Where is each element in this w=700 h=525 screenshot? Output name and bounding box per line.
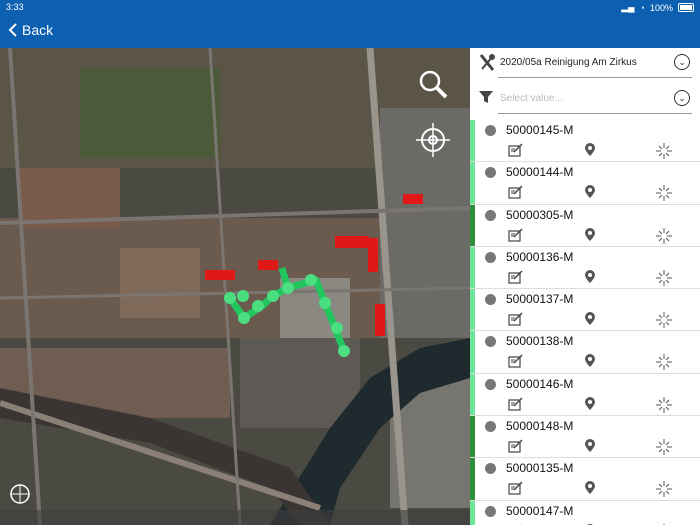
- list-item[interactable]: 50000137-M: [470, 289, 700, 332]
- status-bar-indicator: [470, 458, 475, 500]
- status-bar-indicator: [470, 246, 475, 289]
- map-pin-icon[interactable]: [584, 143, 596, 157]
- list-item[interactable]: 50000148-M: [470, 416, 700, 459]
- focus-icon[interactable]: [656, 312, 672, 329]
- status-bar-indicator: [470, 162, 475, 204]
- project-select-value: 2020/05a Reinigung Am Zirkus: [500, 57, 637, 68]
- status-dot: [485, 336, 496, 348]
- status-dot: [485, 505, 496, 517]
- list-item[interactable]: 50000305-M: [470, 204, 700, 247]
- status-dot: [485, 378, 496, 390]
- tools-icon: [479, 54, 495, 71]
- status-dot: [485, 125, 496, 136]
- navigation-bar: Back: [0, 14, 700, 48]
- item-code: 50000137-M: [506, 292, 574, 307]
- status-dot: [485, 463, 496, 475]
- item-code: 50000305-M: [506, 207, 574, 222]
- divider: [498, 113, 692, 114]
- status-bar-indicator: [470, 373, 475, 416]
- map-pin-icon[interactable]: [584, 354, 596, 368]
- status-bar-indicator: [470, 331, 475, 373]
- map-pin-icon[interactable]: [584, 185, 596, 199]
- list-item[interactable]: 50000147-M: [470, 500, 700, 525]
- item-code: 50000147-M: [506, 503, 574, 518]
- sidebar-panel: 2020/05a Reinigung Am Zirkus ⌄ Select va…: [470, 48, 700, 525]
- edit-icon[interactable]: [508, 397, 524, 411]
- status-bar-indicator: [470, 416, 475, 458]
- status-dot: [485, 251, 496, 263]
- back-button[interactable]: Back: [8, 22, 53, 38]
- item-list: 50000145-M 50000144-M 50000305-M 5000013…: [470, 120, 700, 525]
- secondary-filter[interactable]: Select value... ⌄: [470, 84, 700, 120]
- project-filter[interactable]: 2020/05a Reinigung Am Zirkus ⌄: [470, 48, 700, 84]
- status-dot: [485, 294, 496, 306]
- status-dot: [485, 421, 496, 433]
- focus-icon[interactable]: [656, 269, 672, 286]
- edit-icon[interactable]: [508, 185, 524, 199]
- status-bar-indicator: [470, 120, 475, 162]
- edit-icon[interactable]: [508, 439, 524, 453]
- focus-icon[interactable]: [656, 185, 672, 202]
- focus-icon[interactable]: [656, 143, 672, 159]
- item-code: 50000145-M: [506, 123, 574, 137]
- edit-icon[interactable]: [508, 143, 524, 157]
- map-pin-icon[interactable]: [584, 439, 596, 453]
- item-code: 50000146-M: [506, 376, 574, 391]
- edit-icon[interactable]: [508, 312, 524, 326]
- focus-icon[interactable]: [656, 396, 672, 413]
- back-label: Back: [22, 22, 54, 38]
- edit-icon[interactable]: [508, 354, 524, 369]
- chevron-down-icon[interactable]: ⌄: [674, 54, 690, 70]
- battery-percent: 100%: [649, 2, 673, 13]
- list-item[interactable]: 50000146-M: [470, 373, 700, 417]
- compass-icon[interactable]: [10, 484, 30, 504]
- list-item[interactable]: 50000145-M: [470, 120, 700, 163]
- list-item[interactable]: 50000135-M: [470, 458, 700, 501]
- signal-icon: ▂▄: [621, 2, 635, 12]
- battery-icon: [678, 3, 694, 12]
- list-item[interactable]: 50000136-M: [470, 246, 700, 290]
- status-bar-indicator: [470, 289, 475, 331]
- chevron-left-icon: [8, 23, 17, 37]
- map-pin-icon[interactable]: [584, 312, 596, 326]
- wifi-icon: ◔: [639, 2, 645, 13]
- focus-icon[interactable]: [656, 439, 672, 456]
- edit-icon[interactable]: [508, 270, 524, 284]
- map-pin-icon[interactable]: [584, 227, 596, 242]
- status-dot: [485, 209, 496, 221]
- chevron-down-icon[interactable]: ⌄: [674, 90, 690, 106]
- item-code: 50000144-M: [506, 165, 574, 180]
- filter-icon: [479, 91, 493, 103]
- status-dot: [485, 167, 496, 179]
- list-item[interactable]: 50000138-M: [470, 331, 700, 374]
- clock: 3:33: [6, 2, 24, 12]
- status-bar-indicator: [470, 204, 475, 246]
- edit-icon[interactable]: [508, 228, 524, 242]
- status-bar: 3:33 ▂▄ ◔ 100%: [0, 0, 700, 14]
- map-pin-icon[interactable]: [584, 396, 596, 411]
- item-code: 50000148-M: [506, 419, 574, 434]
- map-pin-icon[interactable]: [584, 269, 596, 284]
- satellite-map[interactable]: [0, 48, 470, 525]
- map-pin-icon[interactable]: [584, 481, 596, 495]
- status-bar-indicator: [470, 500, 475, 525]
- divider: [498, 77, 692, 78]
- list-item[interactable]: 50000144-M: [470, 162, 700, 205]
- focus-icon[interactable]: [656, 481, 672, 498]
- item-code: 50000138-M: [506, 334, 574, 349]
- item-code: 50000135-M: [506, 461, 574, 476]
- focus-icon[interactable]: [656, 227, 672, 244]
- edit-icon[interactable]: [508, 481, 524, 495]
- secondary-select-placeholder: Select value...: [500, 93, 563, 104]
- focus-icon[interactable]: [656, 354, 672, 371]
- status-icons: ▂▄ ◔ 100%: [621, 2, 694, 13]
- item-code: 50000136-M: [506, 249, 574, 264]
